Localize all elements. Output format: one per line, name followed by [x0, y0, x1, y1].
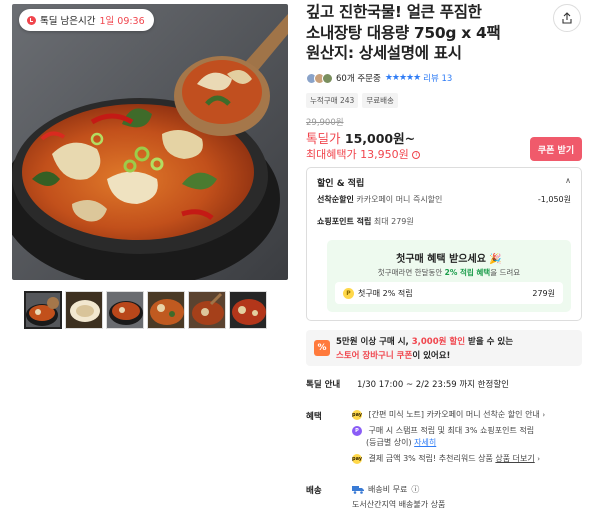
review-link[interactable]: 리뷰 13 [423, 72, 452, 84]
first-purchase-sub-pre: 첫구매라면 한달동안 [377, 268, 445, 277]
first-come-key: 선착순할인 [317, 195, 354, 204]
deal-timer-label: 톡딜 남은시간 [40, 16, 96, 27]
collapse-chevron-icon[interactable]: ∧ [565, 176, 571, 185]
title-line-1: 깊고 진한국물! 얼큰 푸짐한 [306, 3, 482, 21]
benefit-item-2-text: 구매 시 스탬프 적립 및 최대 3% 쇼핑포인트 적립 [368, 426, 535, 435]
thumbnail-2[interactable] [65, 291, 103, 329]
discount-header: 할인 & 적립 [317, 179, 365, 189]
deal-timer-time: 1일 09:36 [99, 16, 145, 27]
point-icon: P [352, 425, 362, 436]
first-come-discount-row: 선착순할인 카카오페이 머니 즉시할인 [317, 194, 442, 205]
cart-banner-pre: 5만원 이상 구매 시, [336, 337, 412, 347]
cart-banner-line-2: 스토어 장바구니 쿠폰이 있어요! [336, 349, 450, 361]
chevron-right-icon: › [537, 455, 541, 463]
deal-price-label: 톡딜가 [306, 131, 341, 146]
cart-banner-tail: 이 있어요! [412, 351, 451, 361]
shopping-points-row: 쇼핑포인트 적립 최대 279원 [317, 216, 414, 227]
order-count: 60개 주문중 [336, 74, 381, 84]
deal-timer-badge: 톡딜 남은시간 1일 09:36 [19, 9, 154, 31]
share-icon [562, 12, 572, 24]
tag-cumulative-purchase: 누적구매 243 [306, 93, 359, 108]
shipping-info-icon[interactable]: ⓘ [411, 484, 419, 495]
points-key: 쇼핑포인트 적립 [317, 217, 372, 226]
cart-banner-discount: 3,000원 할인 [411, 337, 466, 347]
percent-icon: % [314, 340, 330, 356]
chevron-right-icon: › [542, 411, 546, 419]
thumbnail-strip [24, 291, 267, 329]
first-purchase-amount: 279원 [532, 288, 555, 298]
thumbnail-3[interactable] [106, 291, 144, 329]
product-tags: 누적구매 243 무료배송 [306, 93, 398, 108]
discount-panel: 할인 & 적립 ∧ 선착순할인 카카오페이 머니 즉시할인 -1,050원 쇼핑… [306, 167, 582, 321]
benefit-item-1-text: [간편 미식 노트] 카카오페이 머니 선착순 할인 안내 [368, 410, 540, 419]
deal-info-value: 1/30 17:00 ~ 2/2 23:59 까지 한정할인 [356, 380, 509, 390]
clock-icon [27, 15, 36, 25]
rating-stars-icon: ★★★★★ [384, 73, 421, 83]
first-purchase-box: 첫구매 혜택 받으세요 🎉 첫구매라면 한달동안 2% 적립 혜택을 드려요 P… [327, 240, 571, 312]
thumbnail-6[interactable] [229, 291, 267, 329]
point-coin-icon: P [343, 287, 354, 299]
first-purchase-item: 첫구매 2% 적립 [358, 288, 413, 298]
info-icon[interactable]: i [412, 151, 421, 159]
benefit-item-2-line-2: (등급별 상이) 자세히 [366, 437, 436, 449]
benefit-item-3: pay 결제 금액 3% 적립! 추천리워드 상품 상품 더보기 › [352, 453, 540, 465]
truck-icon [352, 486, 364, 494]
details-link[interactable]: 자세히 [414, 438, 436, 447]
get-coupon-button[interactable]: 쿠폰 받기 [530, 137, 582, 161]
max-benefit-price: 최대혜택가 13,950원 i [306, 146, 421, 162]
max-price-value: 13,950원 [360, 148, 409, 161]
deal-price: 톡딜가 15,000원~ [306, 128, 415, 147]
deal-info-label: 톡딜 안내 [306, 380, 341, 390]
points-max: 최대 279원 [373, 217, 414, 226]
first-purchase-sub-highlight: 2% 적립 혜택 [444, 268, 491, 277]
shipping-fee-row: 배송비 무료 ⓘ [352, 484, 419, 495]
buyer-avatars [306, 72, 333, 84]
first-come-amount: -1,050원 [537, 195, 571, 204]
kakaopay-icon: pay [352, 409, 363, 420]
cart-banner-line-1: 5만원 이상 구매 시, 3,000원 할인 받을 수 있는 [336, 335, 513, 347]
thumbnail-1[interactable] [24, 291, 62, 329]
shipping-fee: 배송비 무료 [368, 485, 408, 494]
kakaopay-icon: pay [352, 453, 363, 464]
original-price: 29,900원 [306, 118, 344, 128]
tag-free-shipping: 무료배송 [362, 93, 398, 108]
benefit-item-3-text: 결제 금액 3% 적립! 추천리워드 상품 [368, 454, 493, 463]
shipping-label: 배송 [306, 486, 322, 496]
share-button[interactable] [553, 4, 581, 32]
benefit-item-2-note: (등급별 상이) [366, 438, 412, 447]
deal-info-row: 톡딜 안내 1/30 17:00 ~ 2/2 23:59 까지 한정할인 [306, 378, 509, 390]
thumbnail-5[interactable] [188, 291, 226, 329]
thumbnail-4[interactable] [147, 291, 185, 329]
first-purchase-sub-post: 을 드려요 [490, 268, 521, 277]
first-purchase-subtitle: 첫구매라면 한달동안 2% 적립 혜택을 드려요 [327, 267, 571, 278]
more-products-link[interactable]: 상품 더보기 [495, 454, 534, 463]
review-row: 60개 주문중 ★★★★★ 리뷰 13 [306, 72, 452, 84]
cart-banner-coupon: 스토어 장바구니 쿠폰 [336, 351, 413, 361]
benefit-item-1[interactable]: pay [간편 미식 노트] 카카오페이 머니 선착순 할인 안내 › [352, 409, 545, 421]
stew-photo [12, 4, 288, 280]
product-main-image[interactable]: 톡딜 남은시간 1일 09:36 [12, 4, 288, 280]
max-price-label: 최대혜택가 [306, 148, 357, 161]
shipping-restriction: 도서산간지역 배송불가 상품 [352, 500, 446, 509]
title-line-2: 소내장탕 대용량 750g x 4팩 [306, 23, 501, 42]
title-line-3: 원산지: 상세설명에 표시 [306, 44, 462, 62]
first-come-desc: 카카오페이 머니 즉시할인 [356, 195, 443, 204]
deal-price-value: 15,000원~ [344, 131, 416, 146]
benefit-item-2: P 구매 시 스탬프 적립 및 최대 3% 쇼핑포인트 적립 [352, 425, 534, 437]
cart-coupon-banner[interactable]: % 5만원 이상 구매 시, 3,000원 할인 받을 수 있는 스토어 장바구… [306, 330, 582, 366]
first-purchase-points-row: P 첫구매 2% 적립 279원 [335, 282, 563, 304]
first-purchase-title: 첫구매 혜택 받으세요 🎉 [396, 254, 502, 265]
product-title: 깊고 진한국물! 얼큰 푸짐한 소내장탕 대용량 750g x 4팩 원산지: … [306, 2, 546, 64]
benefits-label: 혜택 [306, 412, 322, 422]
cart-banner-post: 받을 수 있는 [465, 337, 514, 347]
